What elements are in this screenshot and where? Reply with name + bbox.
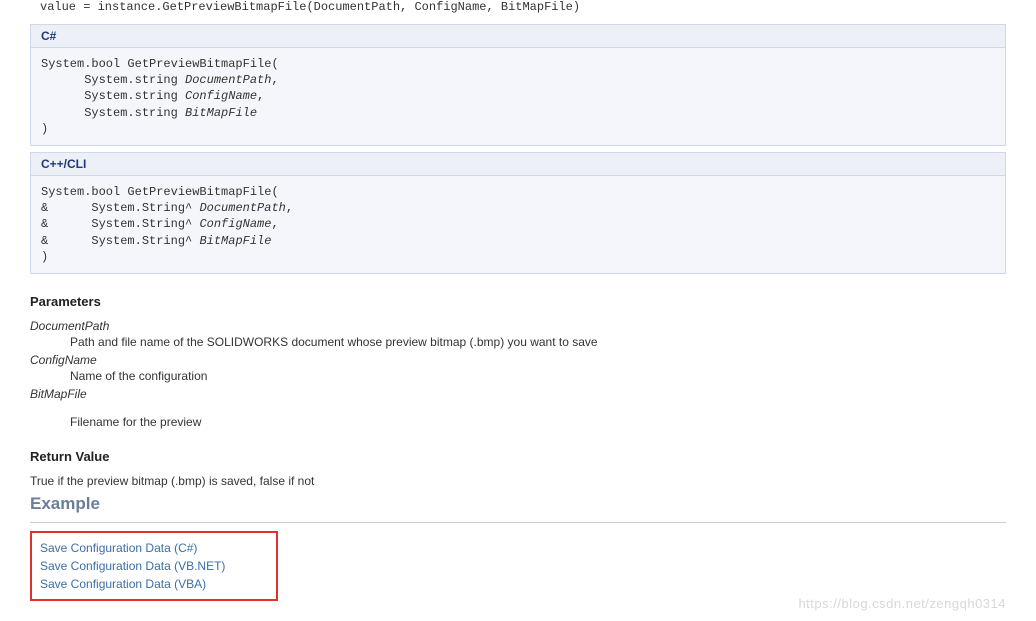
- example-link-vbnet[interactable]: Save Configuration Data (VB.NET): [40, 557, 268, 575]
- example-link-csharp[interactable]: Save Configuration Data (C#): [40, 539, 268, 557]
- param-bitmapfile-name: BitMapFile: [30, 387, 1006, 401]
- example-links-highlight-box: Save Configuration Data (C#) Save Config…: [30, 531, 278, 601]
- cppcli-code: System.bool GetPreviewBitmapFile( & Syst…: [30, 176, 1006, 274]
- cppcli-header: C++/CLI: [30, 152, 1006, 176]
- csharp-header: C#: [30, 24, 1006, 48]
- param-documentpath-name: DocumentPath: [30, 319, 1006, 333]
- param-configname-desc: Name of the configuration: [70, 369, 1006, 383]
- param-configname-name: ConfigName: [30, 353, 1006, 367]
- top-code-preview: value = instance.GetPreviewBitmapFile(Do…: [30, 0, 1006, 18]
- param-bitmapfile-desc: Filename for the preview: [70, 415, 1006, 429]
- csharp-section: C# System.bool GetPreviewBitmapFile( Sys…: [30, 24, 1006, 146]
- param-documentpath-desc: Path and file name of the SOLIDWORKS doc…: [70, 335, 1006, 349]
- csharp-code: System.bool GetPreviewBitmapFile( System…: [30, 48, 1006, 146]
- example-divider: [30, 522, 1006, 523]
- return-value-heading: Return Value: [30, 449, 1006, 464]
- example-link-vba[interactable]: Save Configuration Data (VBA): [40, 575, 268, 593]
- watermark-text: https://blog.csdn.net/zengqh0314: [798, 596, 1006, 611]
- return-value-text: True if the preview bitmap (.bmp) is sav…: [30, 474, 1006, 488]
- cppcli-section: C++/CLI System.bool GetPreviewBitmapFile…: [30, 152, 1006, 274]
- example-heading: Example: [30, 494, 1006, 514]
- parameters-heading: Parameters: [30, 294, 1006, 309]
